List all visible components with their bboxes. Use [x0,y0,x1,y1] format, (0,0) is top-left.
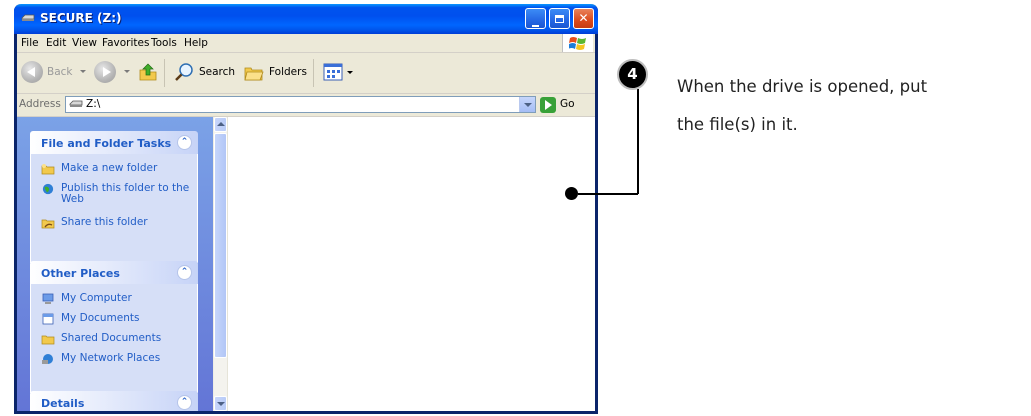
share-folder-icon [41,219,55,229]
search-label: Search [199,66,236,78]
network-icon [42,354,53,364]
window-frame: SECURE (Z:) ✕ File Edit View Favorites T… [14,4,598,411]
maximize-button[interactable] [549,8,570,29]
go-button[interactable]: Go [540,97,588,113]
scroll-thumb[interactable] [214,133,227,358]
callout-line-horizontal [578,193,638,195]
instruction-line-2: the file(s) in it. [677,115,798,134]
search-button[interactable]: Search [173,61,235,85]
maximize-icon [555,15,564,23]
address-label: Address [19,98,61,110]
minimize-icon [532,25,539,27]
instruction-text: When the drive is opened, put the file(s… [677,68,1022,144]
folders-icon [244,67,264,81]
menu-view[interactable]: View [72,37,97,49]
back-dropdown-icon[interactable] [80,70,86,73]
scroll-down-icon[interactable] [214,396,227,411]
menu-bar: File Edit View Favorites Tools Help [17,34,595,53]
explorer-window: SECURE (Z:) ✕ File Edit View Favorites T… [14,4,598,414]
toolbar: Back Search Folders [17,53,595,94]
drive-icon [69,100,83,107]
callout-dot [565,187,578,200]
menu-help[interactable]: Help [184,37,208,49]
address-input[interactable]: Z:\ [65,96,536,113]
views-icon [323,63,343,81]
up-folder-icon [139,63,157,81]
folders-button[interactable]: Folders [243,61,309,85]
collapse-icon[interactable]: ⌃ [177,265,192,280]
menu-favorites[interactable]: Favorites [102,37,149,49]
shared-folder-icon [41,335,55,345]
other-places-panel: Other Places ⌃ My Computer My Documents … [30,261,198,393]
collapse-icon[interactable]: ⌃ [177,395,192,410]
back-arrow-icon [21,61,43,83]
file-folder-tasks-panel: File and Folder Tasks ⌃ Make a new folde… [30,131,198,263]
address-bar: Address Z:\ Go [17,94,595,117]
address-dropdown-icon[interactable] [519,97,535,112]
link-text: My Computer [61,292,132,304]
callout-line-vertical [637,89,639,194]
close-button[interactable]: ✕ [573,8,594,29]
search-icon [175,63,193,81]
forward-arrow-icon [94,61,116,83]
panel-title: File and Folder Tasks [41,137,172,150]
computer-icon [42,293,54,304]
details-header[interactable]: Details ⌃ [30,391,198,411]
window-title: SECURE (Z:) [40,11,122,25]
scroll-up-icon[interactable] [214,117,227,132]
windows-logo-icon [562,34,593,52]
folder-content-area[interactable] [228,117,595,411]
panel-title: Details [41,397,85,410]
folders-label: Folders [269,66,307,78]
task-pane: File and Folder Tasks ⌃ Make a new folde… [17,117,213,411]
other-places-header[interactable]: Other Places ⌃ [30,261,198,284]
views-button[interactable] [322,61,356,85]
toolbar-separator [164,59,165,87]
instruction-line-1: When the drive is opened, put [677,77,928,96]
link-text: Share this folder [61,216,148,228]
file-folder-tasks-header[interactable]: File and Folder Tasks ⌃ [30,131,198,154]
back-label: Back [47,66,73,78]
go-label: Go [560,98,575,110]
menu-edit[interactable]: Edit [46,37,66,49]
up-folder-button[interactable] [137,61,159,85]
task-pane-scrollbar[interactable] [213,117,228,411]
collapse-icon[interactable]: ⌃ [177,135,192,150]
new-folder-icon [41,164,55,175]
forward-button[interactable] [94,61,118,85]
link-text: Publish this folder to the Web [61,182,190,205]
address-value: Z:\ [86,98,101,110]
toolbar-separator [313,59,314,87]
drive-icon [21,14,35,21]
minimize-button[interactable] [525,8,546,29]
back-button[interactable]: Back [21,61,76,85]
go-arrow-icon [540,97,556,113]
link-text: Shared Documents [61,332,162,344]
page: SECURE (Z:) ✕ File Edit View Favorites T… [0,0,1031,416]
globe-icon [42,183,54,195]
close-icon: ✕ [578,11,589,25]
menu-file[interactable]: File [21,37,39,49]
panel-title: Other Places [41,267,120,280]
menu-tools[interactable]: Tools [151,37,177,49]
link-text: Make a new folder [61,162,158,174]
link-text: My Network Places [61,352,161,364]
documents-icon [42,313,54,325]
views-dropdown-icon [347,71,353,74]
title-bar[interactable]: SECURE (Z:) ✕ [14,4,598,34]
forward-dropdown-icon[interactable] [124,70,130,73]
link-text: My Documents [61,312,140,324]
step-number-badge: 4 [617,59,648,90]
